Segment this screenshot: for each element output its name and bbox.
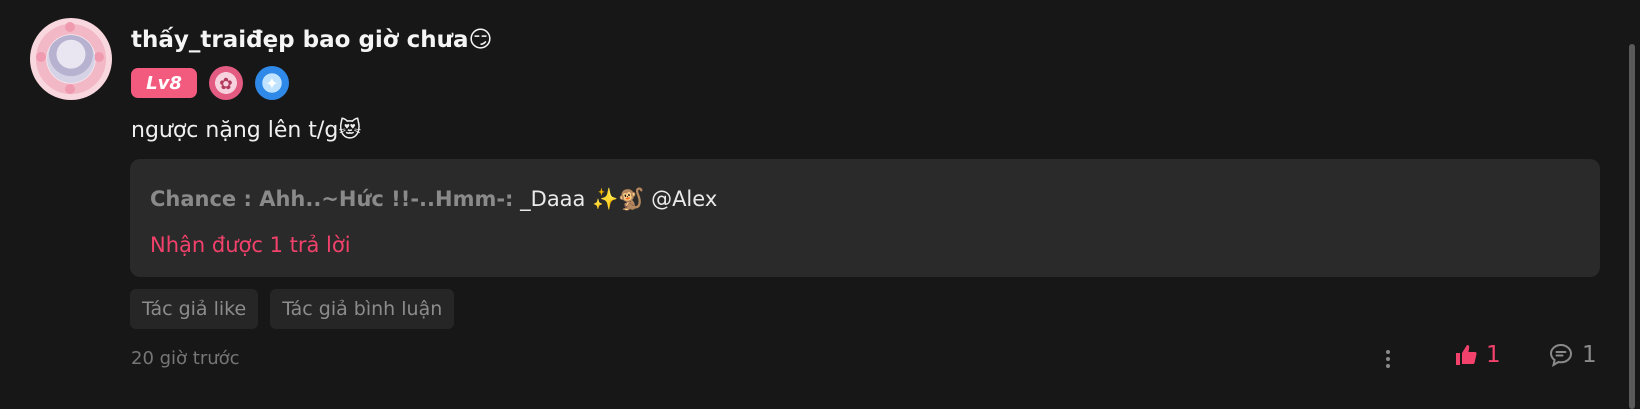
avatar-decoration [36,52,46,62]
comment-timestamp: 20 giờ trước [131,348,240,369]
comment-body: ngược nặng lên t/g [131,118,339,143]
reply-content: _Daaa ✨🐒 @Alex [513,187,718,211]
avatar-image [47,35,95,83]
reply-preview-line: Chance : Ahh..~Hức !!-..Hmm-: _Daaa ✨🐒 @… [150,187,717,212]
avatar-decoration [65,22,75,32]
reply-count: 1 [1582,342,1597,368]
avatar-decoration [94,52,104,62]
comment-emoji: 😻 [338,118,362,143]
reply-author[interactable]: Chance : Ahh..~Hức !!-..Hmm-: [150,187,513,211]
avatar[interactable] [30,18,112,100]
comment-text: ngược nặng lên t/g😻 [131,118,361,143]
tag-author-like: Tác giả like [130,289,259,329]
thumbs-up-icon [1456,345,1477,365]
scrollbar-thumb[interactable] [1629,44,1635,409]
scrollbar[interactable] [1624,0,1640,409]
avatar-decoration [65,84,75,94]
author-tags: Tác giả like Tác giả bình luận [130,289,455,329]
username-emoji: 😏 [468,27,493,53]
like-count: 1 [1486,342,1501,368]
comment-bubble-icon [1549,343,1573,368]
flame-badge-icon: ✦ [255,66,289,100]
reply-button[interactable]: 1 [1548,342,1597,368]
rabbit-badge-icon: ✿ [209,66,243,100]
comment-username[interactable]: thấy_traiđẹp bao giờ chưa😏 [131,27,493,53]
like-button[interactable]: 1 [1454,342,1501,368]
badge-row: Lv8 ✿ ✦ [131,66,289,100]
tag-author-comment: Tác giả bình luận [270,289,455,329]
username-text: thấy_traiđẹp bao giờ chưa [131,27,469,53]
view-replies-link[interactable]: Nhận được 1 trả lời [150,233,351,257]
reply-preview-box[interactable]: Chance : Ahh..~Hức !!-..Hmm-: _Daaa ✨🐒 @… [130,159,1600,277]
more-vertical-icon[interactable] [1378,347,1398,371]
level-badge: Lv8 [131,68,197,98]
